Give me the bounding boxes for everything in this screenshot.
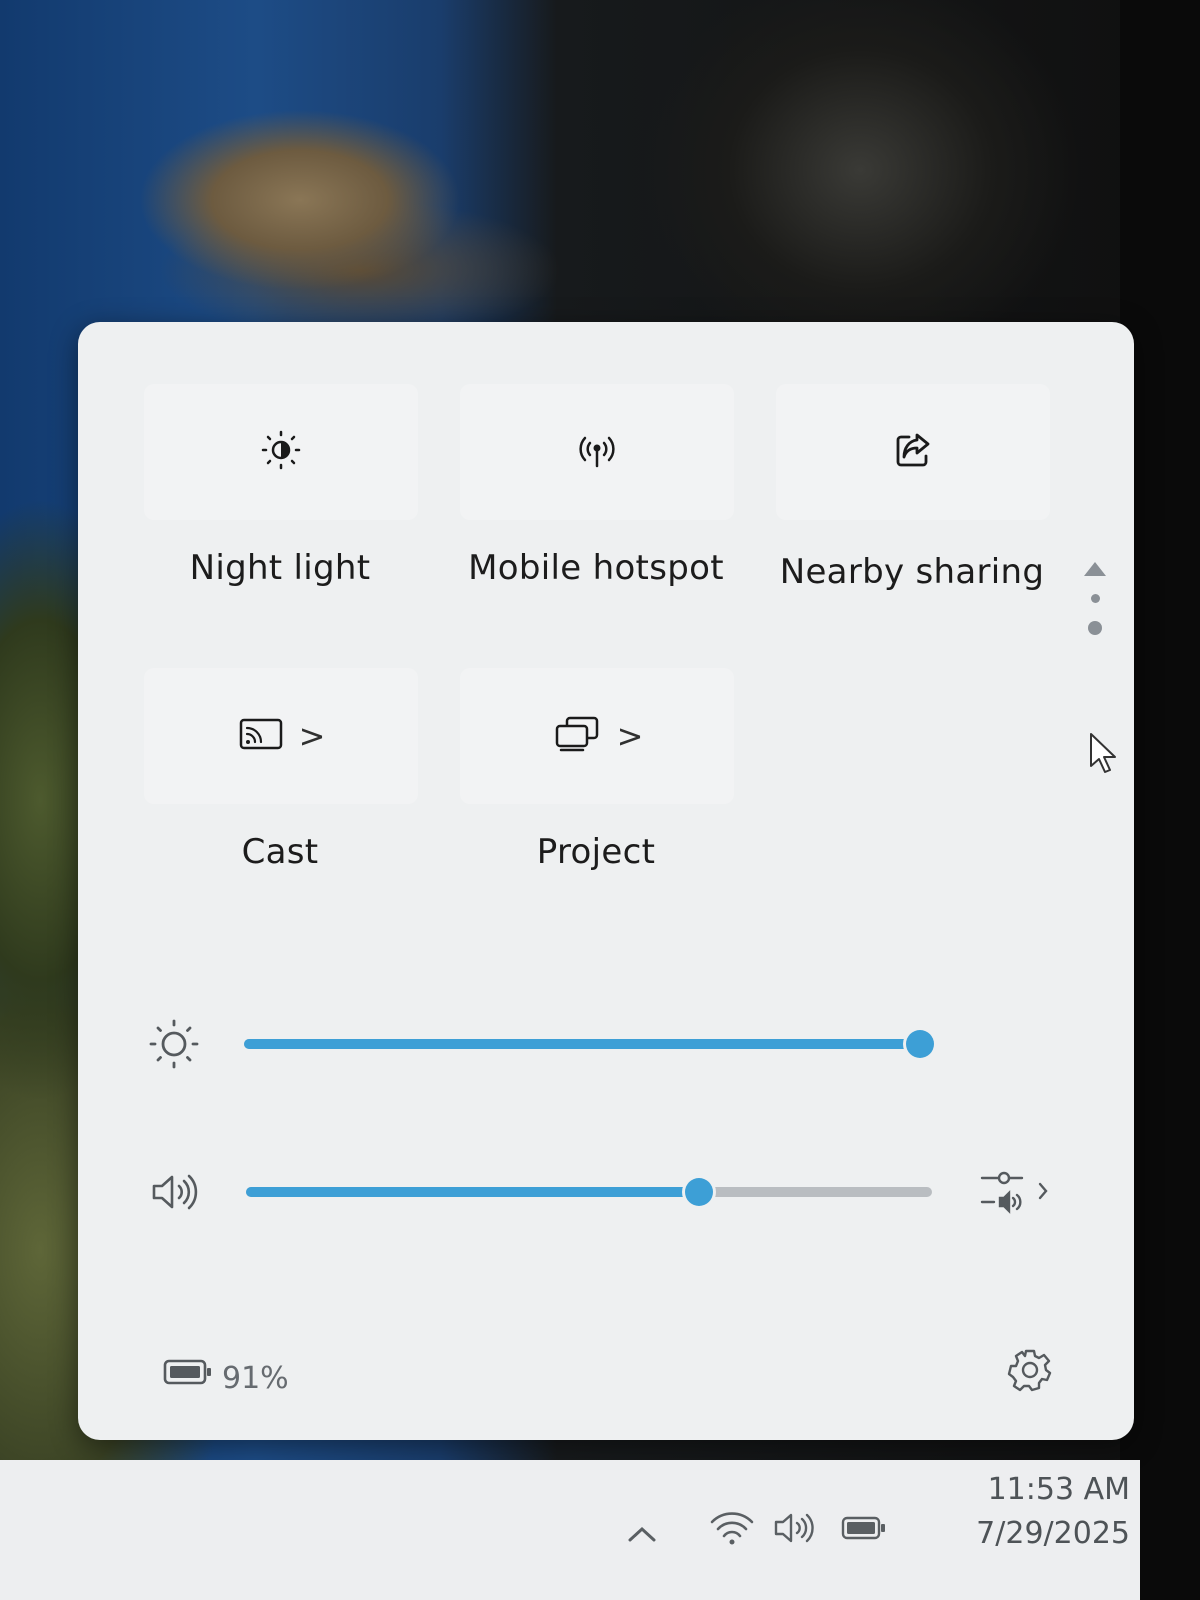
night-light-tile[interactable] — [144, 384, 418, 520]
mobile-hotspot-tile[interactable] — [460, 384, 734, 520]
nearby-sharing-label: Nearby sharing — [779, 552, 1045, 592]
taskbar — [0, 1460, 1140, 1600]
page-up-arrow-icon[interactable] — [1084, 562, 1106, 576]
page-dot-2[interactable] — [1088, 621, 1102, 635]
hotspot-icon — [569, 426, 625, 478]
page-indicator[interactable] — [1080, 562, 1110, 635]
taskbar-clock[interactable]: 11:53 AM 7/29/2025 — [976, 1468, 1130, 1556]
battery-percent: 91% — [222, 1361, 289, 1396]
wifi-icon[interactable] — [708, 1508, 756, 1552]
brightness-icon — [146, 1016, 202, 1076]
volume-slider-fill — [246, 1187, 699, 1197]
night-light-label: Night light — [189, 548, 371, 588]
brightness-slider[interactable] — [244, 1014, 934, 1074]
chevron-up-icon[interactable] — [624, 1522, 660, 1550]
nearby-sharing-tile[interactable] — [776, 384, 1050, 520]
brightness-slider-fill — [244, 1039, 920, 1049]
clock-date: 7/29/2025 — [976, 1516, 1130, 1551]
cast-icon — [237, 714, 285, 758]
volume-slider-thumb[interactable] — [685, 1178, 713, 1206]
mobile-hotspot-label: Mobile hotspot — [468, 548, 724, 588]
brightness-slider-thumb[interactable] — [906, 1030, 934, 1058]
project-chevron-icon[interactable]: > — [617, 717, 644, 755]
speaker-icon[interactable] — [148, 1168, 204, 1220]
clock-time: 11:53 AM — [987, 1472, 1130, 1507]
page-dot-1[interactable] — [1090, 594, 1100, 603]
project-icon — [551, 714, 603, 758]
volume-mixer-icon[interactable] — [978, 1166, 1058, 1220]
project-label: Project — [536, 832, 656, 872]
battery-icon — [162, 1356, 218, 1392]
cast-tile[interactable]: > — [144, 668, 418, 804]
mouse-cursor-icon — [1088, 732, 1118, 780]
battery-icon[interactable] — [840, 1512, 890, 1548]
quick-settings-panel: Night light Mobile hotspot Nearby sharin… — [78, 322, 1134, 1440]
night-light-icon — [257, 426, 305, 478]
cast-chevron-icon[interactable]: > — [299, 717, 326, 755]
share-icon — [889, 426, 937, 478]
brightness-slider-track[interactable] — [244, 1030, 934, 1058]
gear-icon[interactable] — [1006, 1346, 1054, 1398]
volume-slider-track[interactable] — [246, 1178, 932, 1206]
cast-label: Cast — [241, 832, 319, 872]
volume-slider[interactable] — [246, 1162, 932, 1222]
project-tile[interactable]: > — [460, 668, 734, 804]
speaker-icon[interactable] — [772, 1508, 822, 1552]
